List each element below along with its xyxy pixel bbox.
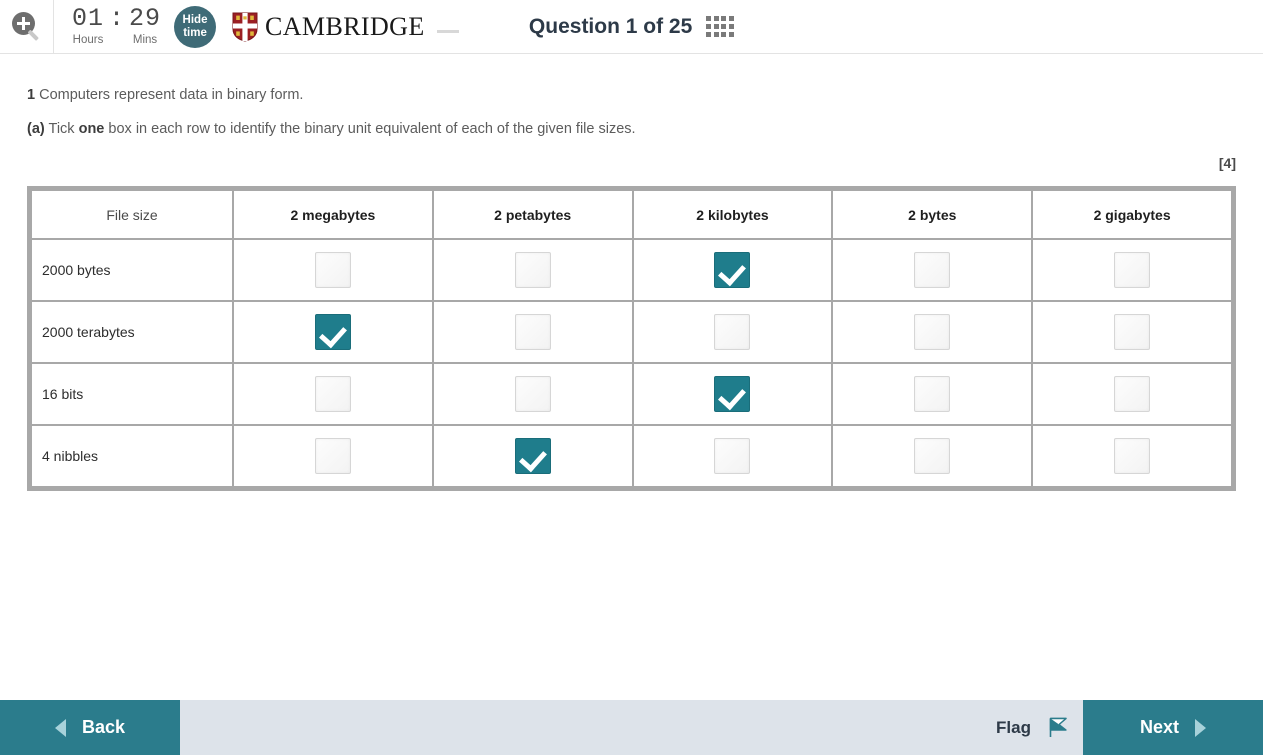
answer-checkbox[interactable]: [314, 252, 351, 288]
question-number: 1: [27, 87, 36, 103]
zoom-in-button[interactable]: [0, 0, 54, 54]
next-button-label: Next: [1139, 717, 1179, 737]
table-header-cell: File size: [32, 191, 232, 238]
answer-checkbox[interactable]: [1114, 314, 1151, 350]
answer-checkbox[interactable]: [914, 252, 951, 288]
answer-table-wrapper: File size 2 megabytes 2 petabytes 2 kilo…: [27, 186, 1236, 491]
answer-checkbox[interactable]: [714, 438, 751, 474]
checkbox-cell[interactable]: [633, 364, 832, 424]
answer-checkbox[interactable]: [514, 376, 551, 412]
answer-checkbox[interactable]: [1114, 252, 1151, 288]
answer-checkbox[interactable]: [714, 376, 751, 412]
checkbox-cell[interactable]: [433, 302, 632, 362]
question-grid-icon[interactable]: [706, 16, 735, 37]
brand-name: CAMBRIDGE: [265, 11, 425, 41]
timer-colon: :: [109, 4, 125, 33]
exam-timer: 01 Hours : 29 Mins: [69, 6, 164, 47]
answer-checkbox[interactable]: [514, 438, 551, 474]
checkbox-cell[interactable]: [833, 302, 1032, 362]
checkbox-cell[interactable]: [1033, 426, 1231, 486]
answer-checkbox[interactable]: [314, 376, 351, 412]
flag-button-label: Flag: [996, 717, 1031, 737]
row-label: 2000 bytes: [32, 240, 232, 300]
table-row: 4 nibbles: [32, 426, 1231, 486]
checkbox-cell[interactable]: [833, 364, 1032, 424]
exam-page: 01 Hours : 29 Mins Hide time CAMBRIDGE Q…: [0, 0, 1263, 755]
checkbox-cell[interactable]: [234, 364, 432, 424]
question-content: 1 Computers represent data in binary for…: [0, 54, 1263, 700]
brand-logo: CAMBRIDGE: [232, 12, 459, 42]
part-label: (a): [27, 121, 45, 137]
triangle-right-icon: [1195, 718, 1206, 737]
page-title: Question 1 of 25: [528, 14, 693, 38]
table-header-cell: 2 megabytes: [234, 191, 432, 238]
zoom-in-magnifier-icon: [11, 11, 42, 42]
hide-time-line1: Hide: [182, 13, 208, 26]
flag-button[interactable]: Flag: [996, 700, 1078, 755]
row-label: 4 nibbles: [32, 426, 232, 486]
part-emphasis: one: [78, 121, 105, 137]
answer-checkbox[interactable]: [314, 314, 351, 350]
answer-checkbox[interactable]: [714, 252, 751, 288]
checkbox-cell[interactable]: [234, 302, 432, 362]
part-text-before: Tick: [48, 121, 75, 137]
question-stem: 1 Computers represent data in binary for…: [27, 87, 1263, 103]
table-header-cell: 2 petabytes: [433, 191, 632, 238]
app-header: 01 Hours : 29 Mins Hide time CAMBRIDGE Q…: [0, 0, 1263, 54]
checkbox-cell[interactable]: [633, 240, 832, 300]
timer-hours-label: Hours: [72, 34, 104, 46]
checkbox-cell[interactable]: [1033, 240, 1231, 300]
table-row: 16 bits: [32, 364, 1231, 424]
table-header-cell: 2 bytes: [833, 191, 1032, 238]
checkbox-cell[interactable]: [1033, 364, 1231, 424]
answer-checkbox[interactable]: [914, 376, 951, 412]
hide-time-line2: time: [183, 26, 207, 39]
timer-hours-value: 01: [71, 4, 104, 33]
part-text-after: box in each row to identify the binary u…: [108, 121, 636, 137]
flag-icon: [1049, 717, 1068, 738]
table-header-cell: 2 kilobytes: [633, 191, 832, 238]
answer-checkbox[interactable]: [1114, 376, 1151, 412]
checkbox-cell[interactable]: [234, 240, 432, 300]
checkbox-cell[interactable]: [433, 364, 632, 424]
next-button[interactable]: Next: [1083, 700, 1263, 755]
question-stem-text: Computers represent data in binary form.: [39, 87, 304, 103]
hide-time-button[interactable]: Hide time: [174, 5, 217, 48]
checkbox-cell[interactable]: [833, 240, 1032, 300]
answer-checkbox[interactable]: [914, 438, 951, 474]
timer-mins: 29 Mins: [126, 6, 164, 47]
timer-mins-label: Mins: [132, 34, 158, 46]
checkbox-cell[interactable]: [433, 426, 632, 486]
table-row: 2000 bytes: [32, 240, 1231, 300]
checkbox-cell[interactable]: [1033, 302, 1231, 362]
cambridge-crest-icon: [232, 12, 258, 42]
marks-indicator: [4]: [1218, 155, 1236, 171]
timer-mins-value: 29: [129, 4, 162, 33]
checkbox-cell[interactable]: [633, 302, 832, 362]
answer-checkbox[interactable]: [914, 314, 951, 350]
answer-checkbox[interactable]: [1114, 438, 1151, 474]
back-button-label: Back: [81, 717, 126, 737]
question-part-a: (a) Tick one box in each row to identify…: [27, 121, 1263, 137]
back-button[interactable]: Back: [0, 700, 180, 755]
table-row: 2000 terabytes: [32, 302, 1231, 362]
row-label: 2000 terabytes: [32, 302, 232, 362]
answer-checkbox[interactable]: [514, 314, 551, 350]
navigation-footer: Back Flag Next: [0, 700, 1263, 755]
checkbox-cell[interactable]: [433, 240, 632, 300]
checkbox-cell[interactable]: [833, 426, 1032, 486]
brand-subtitle-rule: [436, 30, 459, 33]
answer-checkbox[interactable]: [714, 314, 751, 350]
checkbox-cell[interactable]: [234, 426, 432, 486]
table-header-cell: 2 gigabytes: [1033, 191, 1231, 238]
answer-checkbox[interactable]: [514, 252, 551, 288]
answer-checkbox[interactable]: [314, 438, 351, 474]
answer-table: File size 2 megabytes 2 petabytes 2 kilo…: [30, 189, 1233, 488]
timer-hours: 01 Hours: [69, 6, 107, 47]
row-label: 16 bits: [32, 364, 232, 424]
table-header-row: File size 2 megabytes 2 petabytes 2 kilo…: [32, 191, 1231, 238]
checkbox-cell[interactable]: [633, 426, 832, 486]
triangle-left-icon: [54, 718, 66, 737]
